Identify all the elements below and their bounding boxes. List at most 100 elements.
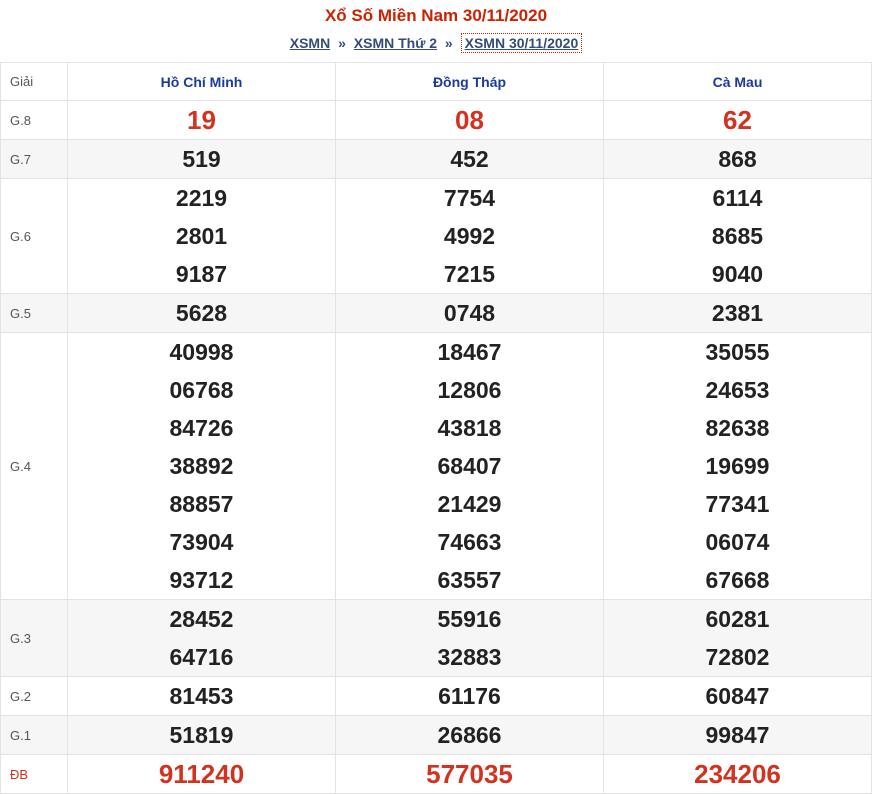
page-title: Xổ Số Miền Nam 30/11/2020 <box>324 6 548 25</box>
prize-cell: 55916 32883 <box>335 599 604 677</box>
winning-number: 82638 <box>705 415 770 441</box>
winning-number: 40998 <box>169 339 234 365</box>
winning-number: 51819 <box>169 722 234 748</box>
prize-cell: 35055 24653 82638 19699 77341 06074 67668 <box>603 332 872 600</box>
winning-number: 452 <box>450 146 489 172</box>
winning-number: 77341 <box>705 491 770 517</box>
prize-cell: 28452 64716 <box>67 599 336 677</box>
winning-number: 62 <box>723 105 752 135</box>
prize-label: G.3 <box>0 599 68 677</box>
prize-label: G.1 <box>0 715 68 755</box>
winning-number: 08 <box>455 105 484 135</box>
winning-number: 06768 <box>169 377 234 403</box>
winning-number: 63557 <box>437 567 502 593</box>
winning-number: 28452 <box>169 606 234 632</box>
prize-row: G.6 2219 2801 9187 7754 4992 7215 6114 8685 9040 <box>0 178 872 294</box>
winning-number: 19699 <box>705 453 770 479</box>
winning-number: 18467 <box>437 339 502 365</box>
prize-label: ĐB <box>0 754 68 794</box>
prize-cell: 51819 <box>67 715 336 755</box>
breadcrumb: XSMN » XSMN Thứ 2 » XSMN 30/11/2020 <box>0 32 872 54</box>
prize-cell: 26866 <box>335 715 604 755</box>
prize-cell: 577035 <box>335 754 604 794</box>
prize-cell: 40998 06768 84726 38892 88857 73904 93712 <box>67 332 336 600</box>
winning-number: 577035 <box>426 759 513 789</box>
prize-row: G.4 40998 06768 84726 38892 88857 73904 93712 18… <box>0 332 872 600</box>
prize-cell: 2219 2801 9187 <box>67 178 336 294</box>
prize-cell: 81453 <box>67 676 336 716</box>
winning-number: 24653 <box>705 377 770 403</box>
breadcrumb-link-xsmn-thu-2[interactable]: XSMN Thứ 2 <box>354 35 437 51</box>
winning-number: 19 <box>187 105 216 135</box>
prize-cell: 234206 <box>603 754 872 794</box>
winning-number: 43818 <box>437 415 502 441</box>
header-province: Đồng Tháp <box>335 62 604 101</box>
winning-number: 38892 <box>169 453 234 479</box>
winning-number: 519 <box>182 146 221 172</box>
winning-number: 7215 <box>443 261 496 287</box>
breadcrumb-link-current[interactable]: XSMN 30/11/2020 <box>460 33 583 53</box>
prize-label: G.5 <box>0 293 68 333</box>
prize-cell: 62 <box>603 100 872 140</box>
winning-number: 4992 <box>443 223 496 249</box>
prize-row: G.8 19 08 62 <box>0 100 872 140</box>
winning-number: 99847 <box>705 722 770 748</box>
prize-cell: 7754 4992 7215 <box>335 178 604 294</box>
winning-number: 88857 <box>169 491 234 517</box>
winning-number: 60847 <box>705 683 770 709</box>
winning-number: 2381 <box>711 300 764 326</box>
winning-number: 93712 <box>169 567 234 593</box>
prize-cell: 5628 <box>67 293 336 333</box>
prize-row: G.5 5628 0748 2381 <box>0 293 872 333</box>
prize-cell: 0748 <box>335 293 604 333</box>
breadcrumb-separator: » <box>444 35 453 51</box>
header-province: Hồ Chí Minh <box>67 62 336 101</box>
prize-cell: 452 <box>335 139 604 179</box>
winning-number: 32883 <box>437 644 502 670</box>
winning-number: 81453 <box>169 683 234 709</box>
winning-number: 74663 <box>437 529 502 555</box>
winning-number: 12806 <box>437 377 502 403</box>
prize-cell: 61176 <box>335 676 604 716</box>
winning-number: 5628 <box>175 300 228 326</box>
prize-cell: 08 <box>335 100 604 140</box>
prize-label: G.6 <box>0 178 68 294</box>
breadcrumb-link-xsmn[interactable]: XSMN <box>290 35 330 51</box>
header-prize-label: Giải <box>0 62 68 101</box>
winning-number: 84726 <box>169 415 234 441</box>
winning-number: 911240 <box>158 759 245 789</box>
prize-row: ĐB 911240 577035 234206 <box>0 754 872 794</box>
prize-row: G.1 51819 26866 99847 <box>0 715 872 755</box>
prize-label: G.2 <box>0 676 68 716</box>
winning-number: 2801 <box>175 223 228 249</box>
winning-number: 73904 <box>169 529 234 555</box>
breadcrumb-separator: » <box>338 35 346 51</box>
winning-number: 61176 <box>438 683 501 709</box>
prize-cell: 6114 8685 9040 <box>603 178 872 294</box>
prize-cell: 60847 <box>603 676 872 716</box>
winning-number: 868 <box>718 146 757 172</box>
prize-label: G.7 <box>0 139 68 179</box>
winning-number: 64716 <box>169 644 234 670</box>
prize-label: G.4 <box>0 332 68 600</box>
prize-cell: 868 <box>603 139 872 179</box>
winning-number: 06074 <box>705 529 770 555</box>
prize-cell: 911240 <box>67 754 336 794</box>
prize-cell: 19 <box>67 100 336 140</box>
prize-label: G.8 <box>0 100 68 140</box>
winning-number: 26866 <box>437 722 502 748</box>
winning-number: 7754 <box>443 185 496 211</box>
winning-number: 6114 <box>712 185 763 211</box>
prize-cell: 99847 <box>603 715 872 755</box>
prize-row: G.7 519 452 868 <box>0 139 872 179</box>
winning-number: 60281 <box>705 606 770 632</box>
winning-number: 67668 <box>705 567 770 593</box>
prize-cell: 519 <box>67 139 336 179</box>
winning-number: 9040 <box>711 261 764 287</box>
winning-number: 55916 <box>437 606 502 632</box>
winning-number: 2219 <box>175 185 228 211</box>
winning-number: 68407 <box>437 453 502 479</box>
winning-number: 234206 <box>694 759 781 789</box>
winning-number: 9187 <box>175 261 228 287</box>
winning-number: 35055 <box>705 339 770 365</box>
